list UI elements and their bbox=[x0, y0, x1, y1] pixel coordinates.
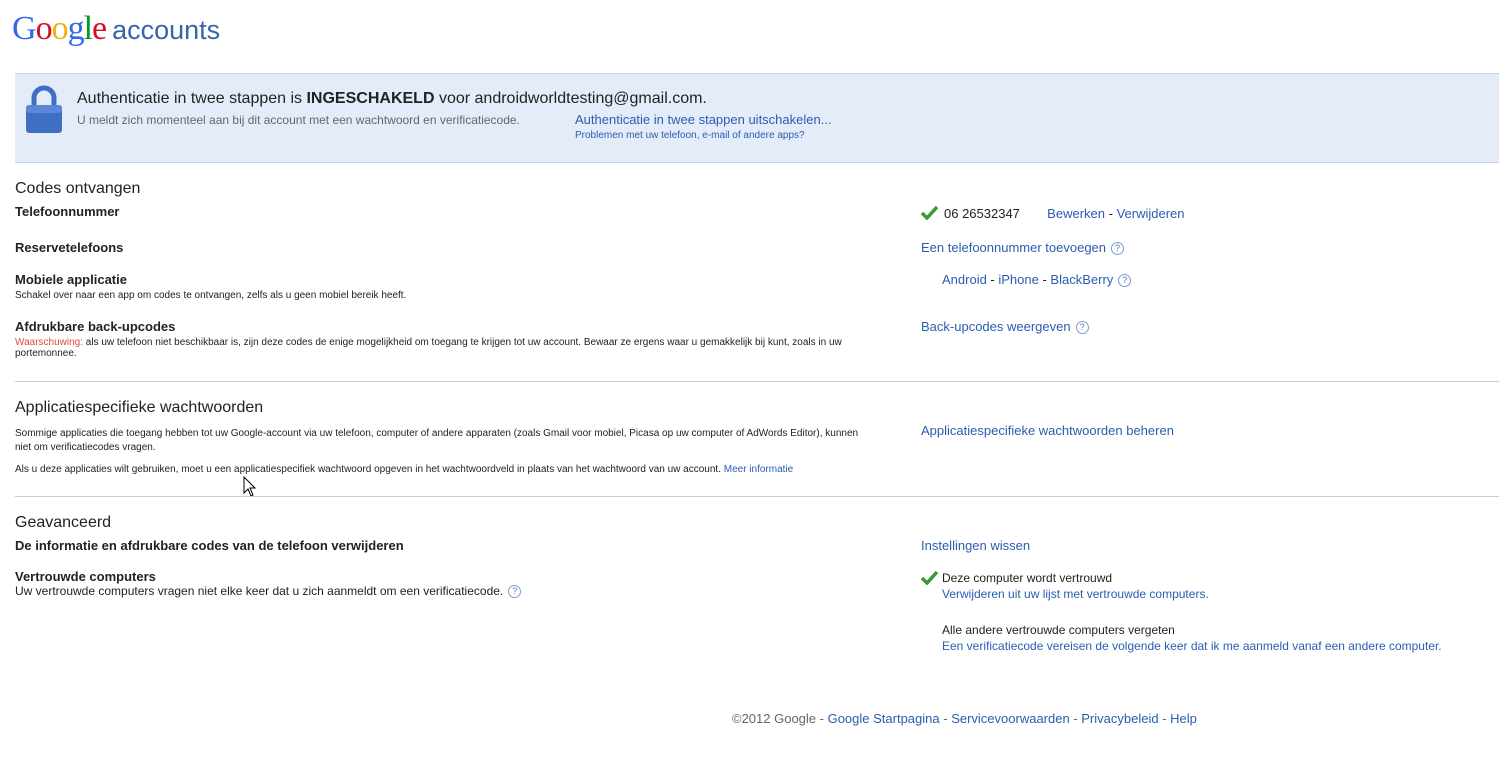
forget-computers-label: Alle andere vertrouwde computers vergete… bbox=[942, 623, 1175, 637]
reset-settings-link[interactable]: Instellingen wissen bbox=[921, 538, 1030, 553]
backup-codes-label: Afdrukbare back-upcodes bbox=[15, 319, 176, 334]
remove-phone-link[interactable]: Verwijderen bbox=[1117, 206, 1185, 221]
help-icon[interactable]: ? bbox=[508, 585, 522, 599]
remove-phone-info-label: De informatie en afdrukbare codes van de… bbox=[15, 538, 404, 553]
section-divider bbox=[15, 381, 1499, 382]
mobile-app-label: Mobiele applicatie bbox=[15, 272, 127, 287]
blackberry-link[interactable]: BlackBerry bbox=[1050, 272, 1113, 287]
warning-label: Waarschuwing: bbox=[15, 337, 83, 348]
remove-trusted-link[interactable]: Verwijderen uit uw lijst met vertrouwde … bbox=[942, 587, 1209, 601]
android-link[interactable]: Android bbox=[942, 272, 987, 287]
edit-phone-link[interactable]: Bewerken bbox=[1047, 206, 1105, 221]
show-backup-codes-link[interactable]: Back-upcodes weergeven bbox=[921, 319, 1071, 334]
phone-number-row: 06 26532347 Bewerken - Verwijderen bbox=[944, 206, 1185, 221]
app-passwords-heading: Applicatiespecifieke wachtwoorden bbox=[15, 399, 264, 416]
backup-phones-label: Reservetelefoons bbox=[15, 240, 124, 255]
status-badge: INGESCHAKELD bbox=[306, 90, 435, 107]
help-icon[interactable]: ? bbox=[1111, 242, 1125, 256]
advanced-heading: Geavanceerd bbox=[15, 514, 112, 531]
logo-product-name: accounts bbox=[112, 15, 221, 45]
add-phone-link[interactable]: Een telefoonnummer toevoegen bbox=[921, 240, 1106, 255]
iphone-link[interactable]: iPhone bbox=[998, 272, 1038, 287]
google-home-link[interactable]: Google Startpagina bbox=[828, 711, 940, 726]
banner-description: U meldt zich momenteel aan bij dit accou… bbox=[77, 113, 520, 127]
disable-two-step-link[interactable]: Authenticatie in twee stappen uitschakel… bbox=[575, 112, 832, 127]
lock-icon bbox=[26, 85, 62, 133]
banner-title: Authenticatie in twee stappen is INGESCH… bbox=[77, 90, 707, 107]
app-passwords-paragraph-1: Sommige applicaties die toegang hebben t… bbox=[15, 428, 859, 453]
more-info-link[interactable]: Meer informatie bbox=[724, 464, 793, 475]
codes-section-heading: Codes ontvangen bbox=[15, 180, 141, 197]
privacy-link[interactable]: Privacybeleid bbox=[1081, 711, 1158, 726]
two-step-status-banner: Authenticatie in twee stappen is INGESCH… bbox=[15, 73, 1499, 163]
phone-number-label: Telefoonnummer bbox=[15, 204, 120, 219]
help-link[interactable]: Help bbox=[1170, 711, 1197, 726]
checkmark-icon bbox=[921, 571, 938, 585]
app-passwords-paragraph-2: Als u deze applicaties wilt gebruiken, m… bbox=[15, 464, 794, 475]
manage-app-passwords-link[interactable]: Applicatiespecifieke wachtwoorden behere… bbox=[921, 423, 1174, 438]
mouse-cursor-icon bbox=[243, 476, 257, 497]
trusted-computers-label: Vertrouwde computers bbox=[15, 569, 156, 584]
backup-codes-warning: Waarschuwing: als uw telefoon niet besch… bbox=[15, 337, 842, 359]
phone-number-value: 06 26532347 bbox=[944, 206, 1020, 221]
google-accounts-logo[interactable]: Google accounts bbox=[12, 10, 220, 50]
trusted-status: Deze computer wordt vertrouwd bbox=[942, 571, 1113, 585]
section-divider bbox=[15, 496, 1499, 497]
footer: ©2012 Google - Google Startpagina - Serv… bbox=[732, 711, 1197, 726]
terms-link[interactable]: Servicevoorwaarden bbox=[951, 711, 1070, 726]
google-logo-text: Google bbox=[12, 10, 107, 47]
require-code-link[interactable]: Een verificatiecode vereisen de volgende… bbox=[942, 639, 1442, 653]
help-icon[interactable]: ? bbox=[1118, 274, 1132, 288]
help-icon[interactable]: ? bbox=[1075, 321, 1089, 335]
phone-problems-link[interactable]: Problemen met uw telefoon, e-mail of and… bbox=[575, 130, 805, 141]
copyright: ©2012 Google bbox=[732, 711, 817, 726]
trusted-computers-description: Uw vertrouwde computers vragen niet elke… bbox=[15, 584, 522, 599]
checkmark-icon bbox=[921, 206, 938, 220]
mobile-app-description: Schakel over naar een app om codes te on… bbox=[15, 290, 407, 301]
